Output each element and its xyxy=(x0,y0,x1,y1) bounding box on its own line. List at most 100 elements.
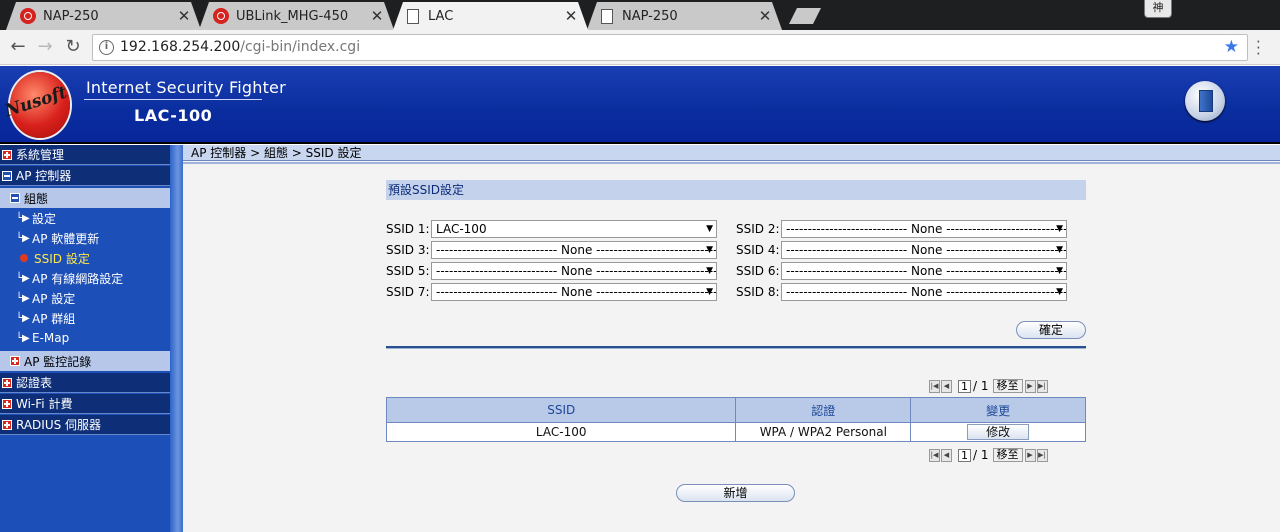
next-page-icon[interactable]: ▶ xyxy=(1024,379,1036,393)
ssid6-value: ---------------------------- None ------… xyxy=(786,264,1067,278)
url-host: 192.168.254.200 xyxy=(120,39,241,55)
column-header-ssid: SSID xyxy=(385,397,737,423)
sidebar-item-emap[interactable]: └▶ E-Map xyxy=(0,328,170,348)
sidebar-item-config[interactable]: 組態 xyxy=(0,188,170,208)
sidebar-item-label: AP 有線網路設定 xyxy=(32,271,124,286)
go-button[interactable]: 移至 xyxy=(992,448,1023,462)
address-bar[interactable]: i 192.168.254.200/cgi-bin/index.cgi ★ xyxy=(92,34,1248,61)
ssid7-value: ---------------------------- None ------… xyxy=(436,285,717,299)
sidebar-item-system[interactable]: 系統管理 xyxy=(0,145,170,165)
sidebar-item-radius[interactable]: RADIUS 伺服器 xyxy=(0,415,170,435)
sidebar-item-ap-wired[interactable]: └▶ AP 有線網路設定 xyxy=(0,268,170,288)
sidebar-item-label: AP 控制器 xyxy=(16,169,72,183)
close-icon[interactable]: ✕ xyxy=(370,7,384,25)
tab-title: UBLink_MHG-450 xyxy=(236,8,349,24)
browser-tab-lac[interactable]: LAC ✕ xyxy=(393,2,588,30)
collapse-minus-icon xyxy=(10,193,20,203)
close-icon[interactable]: ✕ xyxy=(564,7,578,25)
page-total: / 1 xyxy=(973,448,989,462)
sidebar-item-ap-firmware[interactable]: └▶ AP 軟體更新 xyxy=(0,228,170,248)
back-icon[interactable]: ← xyxy=(7,36,29,58)
sidebar-item-ap-settings[interactable]: └▶ AP 設定 xyxy=(0,288,170,308)
page-input[interactable]: 1 xyxy=(958,448,971,462)
ssid6-select[interactable]: ---------------------------- None ------… xyxy=(781,262,1067,280)
ssid7-select[interactable]: ---------------------------- None ------… xyxy=(431,283,717,301)
ssid1-label: SSID 1: xyxy=(386,222,430,236)
dropdown-arrow-icon: ▼ xyxy=(706,245,713,255)
sidebar-item-ap-controller[interactable]: AP 控制器 xyxy=(0,166,170,186)
prev-page-icon[interactable]: ◀ xyxy=(941,448,952,462)
expand-plus-icon xyxy=(2,398,12,409)
next-page-icon[interactable]: ▶ xyxy=(1024,448,1036,462)
sidebar: 系統管理 AP 控制器 組態 └▶ 設定 └▶ AP 軟體更新 SSID 設定 … xyxy=(0,145,183,532)
sidebar-item-wifi-billing[interactable]: Wi-Fi 計費 xyxy=(0,394,170,414)
browser-tab-nap250[interactable]: NAP-250 ✕ xyxy=(6,2,201,30)
page-banner: Nusoft Internet Security Fighter LAC-100 xyxy=(0,66,1280,144)
dropdown-arrow-icon: ▼ xyxy=(706,287,713,297)
arrow-right-icon: └▶ xyxy=(16,232,30,244)
nusoft-logo: Nusoft xyxy=(2,72,70,138)
ssid6-label: SSID 6: xyxy=(736,264,780,278)
browser-tab-nap250-2[interactable]: NAP-250 ✕ xyxy=(587,2,782,30)
logout-door-icon[interactable] xyxy=(1185,81,1225,121)
prev-page-icon[interactable]: ◀ xyxy=(941,379,952,393)
breadcrumb: AP 控制器 > 組態 > SSID 設定 xyxy=(183,145,1280,161)
banner-title: Internet Security Fighter xyxy=(86,78,286,97)
sidebar-edge xyxy=(170,145,183,532)
ssid4-label: SSID 4: xyxy=(736,243,780,257)
sidebar-item-settings[interactable]: └▶ 設定 xyxy=(0,208,170,228)
browser-tab-ublink[interactable]: UBLink_MHG-450 ✕ xyxy=(199,2,394,30)
sidebar-item-label: 組態 xyxy=(24,191,49,206)
ssid4-select[interactable]: ---------------------------- None ------… xyxy=(781,241,1067,259)
edit-button[interactable]: 修改 xyxy=(967,424,1030,440)
ssid8-select[interactable]: ---------------------------- None ------… xyxy=(781,283,1067,301)
expand-plus-icon xyxy=(2,377,12,388)
first-page-icon[interactable]: |◀ xyxy=(929,379,940,393)
table-row: LAC-100 WPA / WPA2 Personal 修改 xyxy=(385,422,1086,442)
forward-icon[interactable]: → xyxy=(34,36,56,58)
sidebar-item-label: 系統管理 xyxy=(16,148,65,162)
sidebar-item-label: E-Map xyxy=(32,331,70,345)
cell-action: 修改 xyxy=(910,422,1086,442)
sidebar-item-ap-monitor[interactable]: AP 監控記錄 xyxy=(0,351,170,371)
dropdown-arrow-icon: ▼ xyxy=(1056,245,1063,255)
add-button[interactable]: 新增 xyxy=(676,484,795,502)
ssid2-select[interactable]: ---------------------------- None ------… xyxy=(781,220,1067,238)
last-page-icon[interactable]: ▶| xyxy=(1036,379,1048,393)
profile-button[interactable]: 神 xyxy=(1144,0,1172,18)
ssid7-label: SSID 7: xyxy=(386,285,430,299)
ssid3-value: ---------------------------- None ------… xyxy=(436,243,717,257)
dropdown-arrow-icon: ▼ xyxy=(706,266,713,276)
new-tab-button[interactable] xyxy=(789,8,821,24)
close-icon[interactable]: ✕ xyxy=(758,7,772,25)
sidebar-item-label: AP 軟體更新 xyxy=(32,231,100,246)
sidebar-item-label: AP 監控記錄 xyxy=(24,354,92,369)
ssid2-value: ---------------------------- None ------… xyxy=(786,222,1067,236)
bookmark-star-icon[interactable]: ★ xyxy=(1224,37,1239,57)
go-button[interactable]: 移至 xyxy=(992,379,1023,393)
last-page-icon[interactable]: ▶| xyxy=(1036,448,1048,462)
browser-menu-icon[interactable]: · · · xyxy=(1256,35,1262,62)
sidebar-item-label: 設定 xyxy=(32,211,57,226)
reload-icon[interactable]: ↻ xyxy=(62,36,84,58)
close-icon[interactable]: ✕ xyxy=(177,7,191,25)
sidebar-item-ap-group[interactable]: └▶ AP 群組 xyxy=(0,308,170,328)
nusoft-favicon-icon xyxy=(20,8,36,24)
column-header-auth: 認證 xyxy=(735,397,912,423)
sidebar-item-auth-table[interactable]: 認證表 xyxy=(0,373,170,393)
sidebar-item-ssid-settings[interactable]: SSID 設定 xyxy=(0,248,170,268)
arrow-right-icon: └▶ xyxy=(16,292,30,304)
first-page-icon[interactable]: |◀ xyxy=(929,448,940,462)
pager-bottom: |◀ ◀ 1 / 1 移至 ▶ ▶| xyxy=(929,448,1049,462)
url-text: 192.168.254.200/cgi-bin/index.cgi xyxy=(120,39,360,55)
confirm-button[interactable]: 確定 xyxy=(1016,321,1086,339)
expand-plus-icon xyxy=(2,149,12,160)
info-icon[interactable]: i xyxy=(99,40,114,55)
sidebar-item-label: AP 群組 xyxy=(32,311,76,326)
expand-plus-icon xyxy=(2,419,12,430)
ssid1-select[interactable]: LAC-100 ▼ xyxy=(431,220,717,238)
ssid3-select[interactable]: ---------------------------- None ------… xyxy=(431,241,717,259)
tab-title: LAC xyxy=(428,8,454,24)
ssid5-select[interactable]: ---------------------------- None ------… xyxy=(431,262,717,280)
page-input[interactable]: 1 xyxy=(958,379,971,393)
